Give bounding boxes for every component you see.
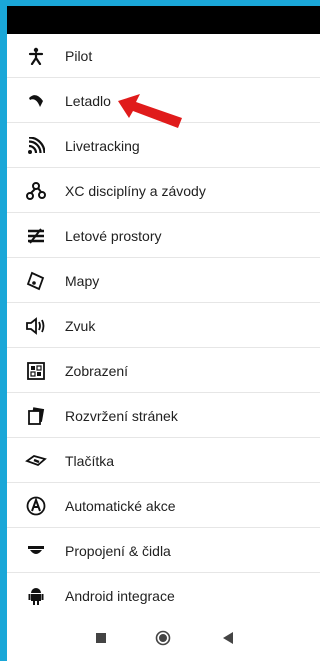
display-icon: [7, 361, 65, 380]
glider-icon: [7, 92, 65, 110]
menu-item-android[interactable]: Android integrace: [7, 574, 320, 618]
menu-item-sensors[interactable]: Propojení & čidla: [7, 529, 320, 573]
android-icon: [7, 587, 65, 605]
menu-label: Livetracking: [65, 137, 140, 154]
menu-item-auto[interactable]: Automatické akce: [7, 484, 320, 528]
menu-label: Zobrazení: [65, 362, 129, 379]
pilot-icon: [7, 47, 65, 65]
menu-item-pilot[interactable]: Pilot: [7, 34, 320, 78]
menu-item-buttons[interactable]: Tlačítka: [7, 439, 320, 483]
menu-item-maps[interactable]: Mapy: [7, 259, 320, 303]
menu-label: Propojení & čidla: [65, 542, 171, 559]
menu-label: XC disciplíny a závody: [65, 182, 206, 199]
menu-item-display[interactable]: Zobrazení: [7, 349, 320, 393]
route-icon: [7, 181, 65, 200]
menu-label: Tlačítka: [65, 452, 115, 469]
menu-label: Rozvržení stránek: [65, 407, 178, 424]
auto-action-icon: [7, 496, 65, 516]
menu-label: Automatické akce: [65, 497, 176, 514]
map-icon: [7, 271, 65, 291]
settings-menu: Pilot Letadlo Livetracking XC disciplíny…: [7, 34, 320, 618]
menu-label: Zvuk: [65, 317, 96, 334]
sound-icon: [7, 316, 65, 335]
pages-icon: [7, 406, 65, 425]
menu-item-sound[interactable]: Zvuk: [7, 304, 320, 348]
menu-label: Mapy: [65, 272, 100, 289]
back-icon[interactable]: [218, 628, 238, 648]
home-icon[interactable]: [153, 628, 173, 648]
system-nav-bar: [7, 616, 320, 661]
menu-item-xc[interactable]: XC disciplíny a závody: [7, 169, 320, 213]
stop-icon[interactable]: [91, 628, 111, 648]
menu-item-airspace[interactable]: Letové prostory: [7, 214, 320, 258]
menu-label: Letové prostory: [65, 227, 162, 244]
menu-label: Android integrace: [65, 587, 175, 604]
buttons-icon: [7, 453, 65, 469]
status-bar: [7, 6, 320, 34]
menu-item-letadlo[interactable]: Letadlo: [7, 79, 320, 123]
menu-item-livetracking[interactable]: Livetracking: [7, 124, 320, 168]
airspace-icon: [7, 227, 65, 245]
menu-item-pages[interactable]: Rozvržení stránek: [7, 394, 320, 438]
menu-label: Pilot: [65, 47, 93, 64]
menu-label: Letadlo: [65, 92, 111, 109]
sensor-icon: [7, 543, 65, 559]
livetracking-icon: [7, 136, 65, 155]
